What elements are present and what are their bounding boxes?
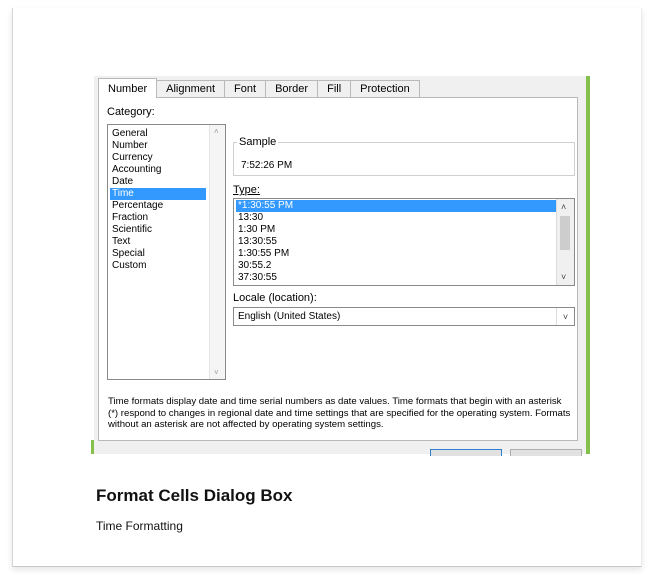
category-item[interactable]: Custom	[110, 260, 206, 272]
chevron-up-icon[interactable]: ˄	[561, 202, 566, 212]
category-item[interactable]: Text	[110, 236, 206, 248]
tab-bar: Number Alignment Font Border Fill Protec…	[98, 78, 420, 98]
category-item[interactable]: Number	[110, 140, 206, 152]
sample-value: 7:52:26 PM	[241, 160, 293, 171]
scrollbar-thumb[interactable]	[560, 216, 570, 250]
category-item[interactable]: Accounting	[110, 164, 206, 176]
chevron-down-icon[interactable]: ˅	[556, 308, 574, 325]
type-item[interactable]: 37:30:55	[236, 272, 560, 284]
tab-number[interactable]: Number	[98, 78, 158, 98]
ok-button[interactable]	[430, 449, 502, 456]
chevron-down-icon[interactable]: ˅	[214, 368, 219, 377]
locale-value: English (United States)	[238, 311, 341, 322]
locale-label: Locale (location):	[233, 292, 317, 304]
tab-border[interactable]: Border	[265, 80, 319, 97]
type-item[interactable]: 1:30:55 PM	[236, 248, 560, 260]
type-list[interactable]: *1:30:55 PM 13:30 1:30 PM 13:30:55 1:30:…	[233, 198, 575, 286]
type-item[interactable]: 1:30 PM	[236, 224, 560, 236]
type-item[interactable]: 13:30	[236, 212, 560, 224]
accent-strip	[586, 76, 590, 454]
category-item[interactable]: Percentage	[110, 200, 206, 212]
category-item-selected[interactable]: Time	[110, 188, 206, 200]
tab-alignment[interactable]: Alignment	[156, 80, 226, 97]
chevron-down-icon[interactable]: ˅	[561, 272, 566, 282]
chevron-up-icon[interactable]: ˄	[214, 127, 219, 136]
category-list[interactable]: General Number Currency Accounting Date …	[107, 124, 226, 380]
category-item[interactable]: Scientific	[110, 224, 206, 236]
category-item[interactable]: Special	[110, 248, 206, 260]
category-item[interactable]: Currency	[110, 152, 206, 164]
type-item-selected[interactable]: *1:30:55 PM	[236, 200, 560, 212]
type-item[interactable]: 30:55.2	[236, 260, 560, 272]
category-item[interactable]: Fraction	[110, 212, 206, 224]
category-scrollbar[interactable]: ˄ ˅	[209, 125, 225, 379]
category-label: Category:	[107, 106, 155, 118]
format-cells-dialog: Number Alignment Font Border Fill Protec…	[94, 76, 586, 456]
caption-title: Format Cells Dialog Box	[96, 486, 293, 505]
sample-label: Sample	[237, 136, 279, 148]
time-format-description: Time formats display date and time seria…	[108, 396, 571, 430]
number-tab-panel: Category: General Number Currency Accoun…	[98, 97, 578, 441]
cancel-button[interactable]	[510, 449, 582, 456]
type-scrollbar[interactable]: ˄ ˅	[556, 199, 574, 285]
category-item[interactable]: General	[110, 128, 206, 140]
tab-fill[interactable]: Fill	[317, 80, 352, 97]
category-item[interactable]: Date	[110, 176, 206, 188]
type-label: Type:	[233, 184, 260, 196]
tab-protection[interactable]: Protection	[350, 80, 420, 97]
locale-select[interactable]: English (United States) ˅	[233, 307, 575, 326]
caption-subtitle: Time Formatting	[96, 519, 183, 533]
tab-font[interactable]: Font	[224, 80, 267, 97]
type-item[interactable]: 13:30:55	[236, 236, 560, 248]
